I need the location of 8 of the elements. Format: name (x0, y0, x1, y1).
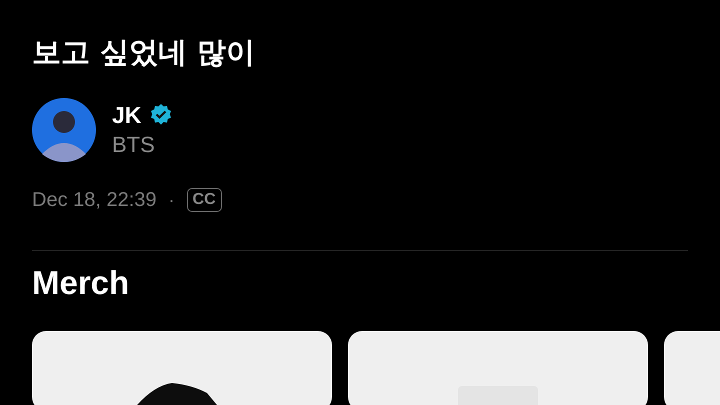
avatar-icon[interactable] (32, 98, 96, 162)
post-date: Dec 18, 22:39 (32, 188, 157, 212)
post-title: 보고 싶었네 많이 (32, 34, 256, 71)
caption-badge[interactable]: CC (186, 188, 222, 212)
section-heading: Merch (32, 263, 130, 303)
artist-name[interactable]: JK (112, 101, 142, 129)
separator-dot: · (168, 190, 175, 210)
group-name: BTS (112, 131, 156, 159)
